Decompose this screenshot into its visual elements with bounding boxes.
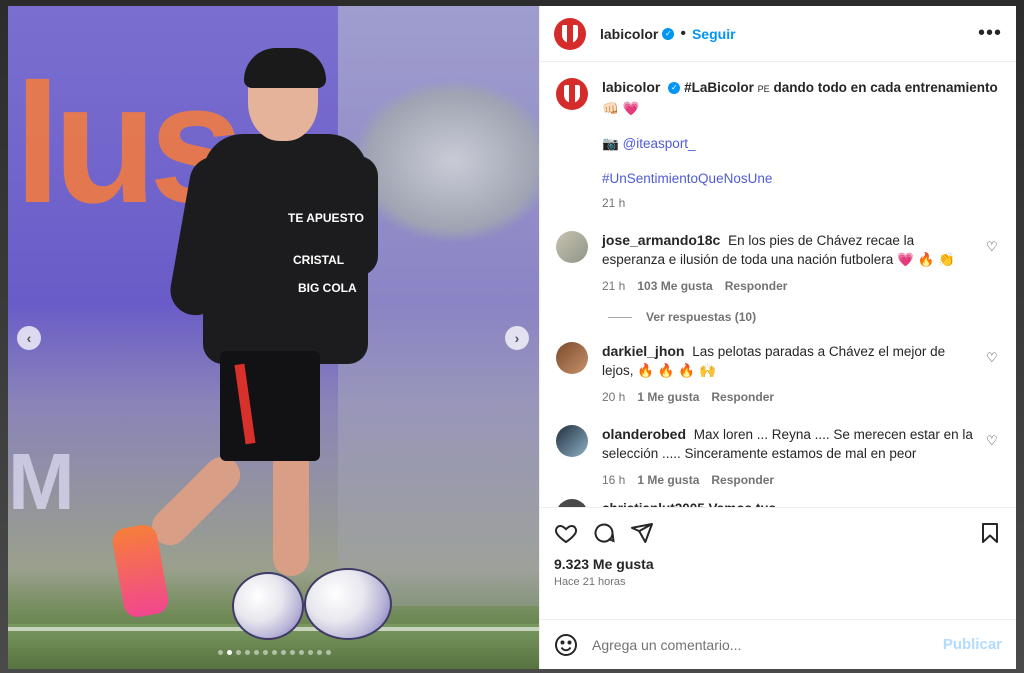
share-icon[interactable]: [630, 521, 654, 545]
comment-item-partial: christianlut2005 Vamos tus...: [556, 499, 1000, 507]
reply-button[interactable]: Responder: [711, 388, 774, 407]
carousel-dot: [236, 650, 241, 655]
carousel-dot: [218, 650, 223, 655]
jersey-sponsor-2: CRISTAL: [293, 253, 345, 267]
caption-emojis: 👊🏻 💗: [602, 101, 640, 116]
comment-icon[interactable]: [592, 521, 616, 545]
verified-icon: ✓: [662, 27, 675, 40]
comment-item: jose_armando18c En los pies de Chávez re…: [556, 231, 1000, 296]
comment-item: olanderobed Max loren ... Reyna .... Se …: [556, 425, 1000, 490]
heart-icon[interactable]: [554, 521, 578, 545]
photo-banner-text-2: M: [8, 437, 75, 526]
post-time[interactable]: Hace 21 horas: [554, 576, 1002, 588]
caption-body: labicolor ✓ #LaBicolor PE dando todo en c…: [602, 78, 1000, 213]
more-options-icon[interactable]: •••: [978, 22, 1002, 45]
post-header: labicolor ✓ • Seguir •••: [540, 6, 1016, 62]
reply-button[interactable]: Responder: [711, 471, 774, 490]
likes-count[interactable]: 9.323 Me gusta: [554, 556, 1002, 572]
camera-icon: 📷: [602, 136, 619, 151]
chevron-left-icon: ‹: [26, 330, 32, 346]
carousel-dot: [245, 650, 250, 655]
view-replies-button[interactable]: Ver respuestas (10): [608, 310, 1000, 324]
action-icons: [554, 516, 1002, 550]
carousel-dot: [308, 650, 313, 655]
flag-icon: PE: [757, 84, 770, 94]
post-username[interactable]: labicolor: [600, 26, 658, 42]
post-photo: lus M TE APUESTO CRISTAL BIG COLA ‹ ›: [8, 6, 539, 669]
heart-icon[interactable]: ♡: [986, 433, 1000, 490]
reply-button[interactable]: Responder: [725, 277, 788, 296]
carousel-dot: [326, 650, 331, 655]
comment-time[interactable]: 21 h: [602, 277, 625, 296]
side-panel: labicolor ✓ • Seguir ••• labicolor ✓ #LaB…: [539, 6, 1016, 669]
jersey-sponsor-3: BIG COLA: [298, 281, 357, 295]
follow-button[interactable]: Seguir: [692, 26, 736, 42]
caption: labicolor ✓ #LaBicolor PE dando todo en c…: [556, 78, 1000, 213]
caption-time[interactable]: 21 h: [602, 194, 625, 213]
player-right-leg: [273, 446, 309, 576]
photo-ball-1: [232, 572, 304, 640]
comment-time[interactable]: 20 h: [602, 388, 625, 407]
comment-meta: 20 h 1 Me gusta Responder: [602, 388, 978, 407]
comment-likes[interactable]: 103 Me gusta: [637, 277, 712, 296]
player-hair: [244, 48, 326, 88]
comment-body: darkiel_jhon Las pelotas paradas a Cháve…: [602, 342, 978, 407]
carousel-indicator: [218, 650, 331, 655]
publish-button[interactable]: Publicar: [943, 636, 1002, 653]
comment-input[interactable]: [592, 636, 943, 653]
bookmark-icon[interactable]: [978, 521, 1002, 545]
comment-partial-text: christianlut2005 Vamos tus...: [602, 499, 1000, 507]
comment-likes[interactable]: 1 Me gusta: [637, 471, 699, 490]
view-replies-label: Ver respuestas (10): [646, 310, 757, 324]
post-modal: lus M TE APUESTO CRISTAL BIG COLA ‹ › la…: [8, 6, 1016, 669]
peru-crest-icon: [562, 24, 578, 43]
add-comment-bar: Publicar: [540, 619, 1016, 669]
hashtag-link[interactable]: #UnSentimientoQueNosUne: [602, 169, 1000, 188]
commenter-avatar[interactable]: [556, 231, 588, 263]
post-actions: 9.323 Me gusta Hace 21 horas: [540, 507, 1016, 619]
comment-time[interactable]: 16 h: [602, 471, 625, 490]
heart-icon[interactable]: ♡: [986, 239, 1000, 296]
carousel-dot: [263, 650, 268, 655]
photo-ball-2: [304, 568, 392, 640]
mention-link[interactable]: @iteasport_: [623, 136, 696, 151]
comment-username[interactable]: olanderobed: [602, 426, 686, 442]
peru-crest-icon: [564, 85, 580, 103]
caption-username[interactable]: labicolor: [602, 79, 660, 95]
comment-body: jose_armando18c En los pies de Chávez re…: [602, 231, 978, 296]
carousel-dot: [227, 650, 232, 655]
carousel-dot: [299, 650, 304, 655]
photo-player: TE APUESTO CRISTAL BIG COLA: [108, 46, 388, 646]
carousel-dot: [254, 650, 259, 655]
replies-dash: [608, 316, 632, 318]
comment-meta: 21 h 103 Me gusta Responder: [602, 277, 978, 296]
jersey-sponsor-1: TE APUESTO: [288, 211, 365, 225]
chevron-right-icon: ›: [514, 330, 520, 346]
caption-hashtag[interactable]: #LaBicolor: [684, 80, 754, 95]
comment-username[interactable]: jose_armando18c: [602, 232, 720, 248]
carousel-dot: [290, 650, 295, 655]
comment-meta: 16 h 1 Me gusta Responder: [602, 471, 978, 490]
carousel-dot: [281, 650, 286, 655]
comment-username[interactable]: darkiel_jhon: [602, 343, 684, 359]
comments-list[interactable]: labicolor ✓ #LaBicolor PE dando todo en c…: [540, 62, 1016, 507]
player-left-leg: [144, 449, 248, 553]
caption-avatar[interactable]: [556, 78, 588, 110]
comment-item: darkiel_jhon Las pelotas paradas a Cháve…: [556, 342, 1000, 407]
comment-likes[interactable]: 1 Me gusta: [637, 388, 699, 407]
next-slide-button[interactable]: ›: [505, 326, 529, 350]
prev-slide-button[interactable]: ‹: [17, 326, 41, 350]
comment-body: olanderobed Max loren ... Reyna .... Se …: [602, 425, 978, 490]
commenter-avatar[interactable]: [556, 425, 588, 457]
verified-icon: ✓: [668, 82, 681, 95]
avatar[interactable]: [554, 17, 586, 50]
commenter-avatar[interactable]: [556, 499, 588, 507]
emoji-icon[interactable]: [554, 633, 578, 657]
commenter-avatar[interactable]: [556, 342, 588, 374]
separator-dot: •: [680, 24, 686, 42]
heart-icon[interactable]: ♡: [986, 350, 1000, 407]
caption-text: dando todo en cada entrenamiento: [773, 80, 998, 95]
carousel-dot: [317, 650, 322, 655]
carousel-dot: [272, 650, 277, 655]
